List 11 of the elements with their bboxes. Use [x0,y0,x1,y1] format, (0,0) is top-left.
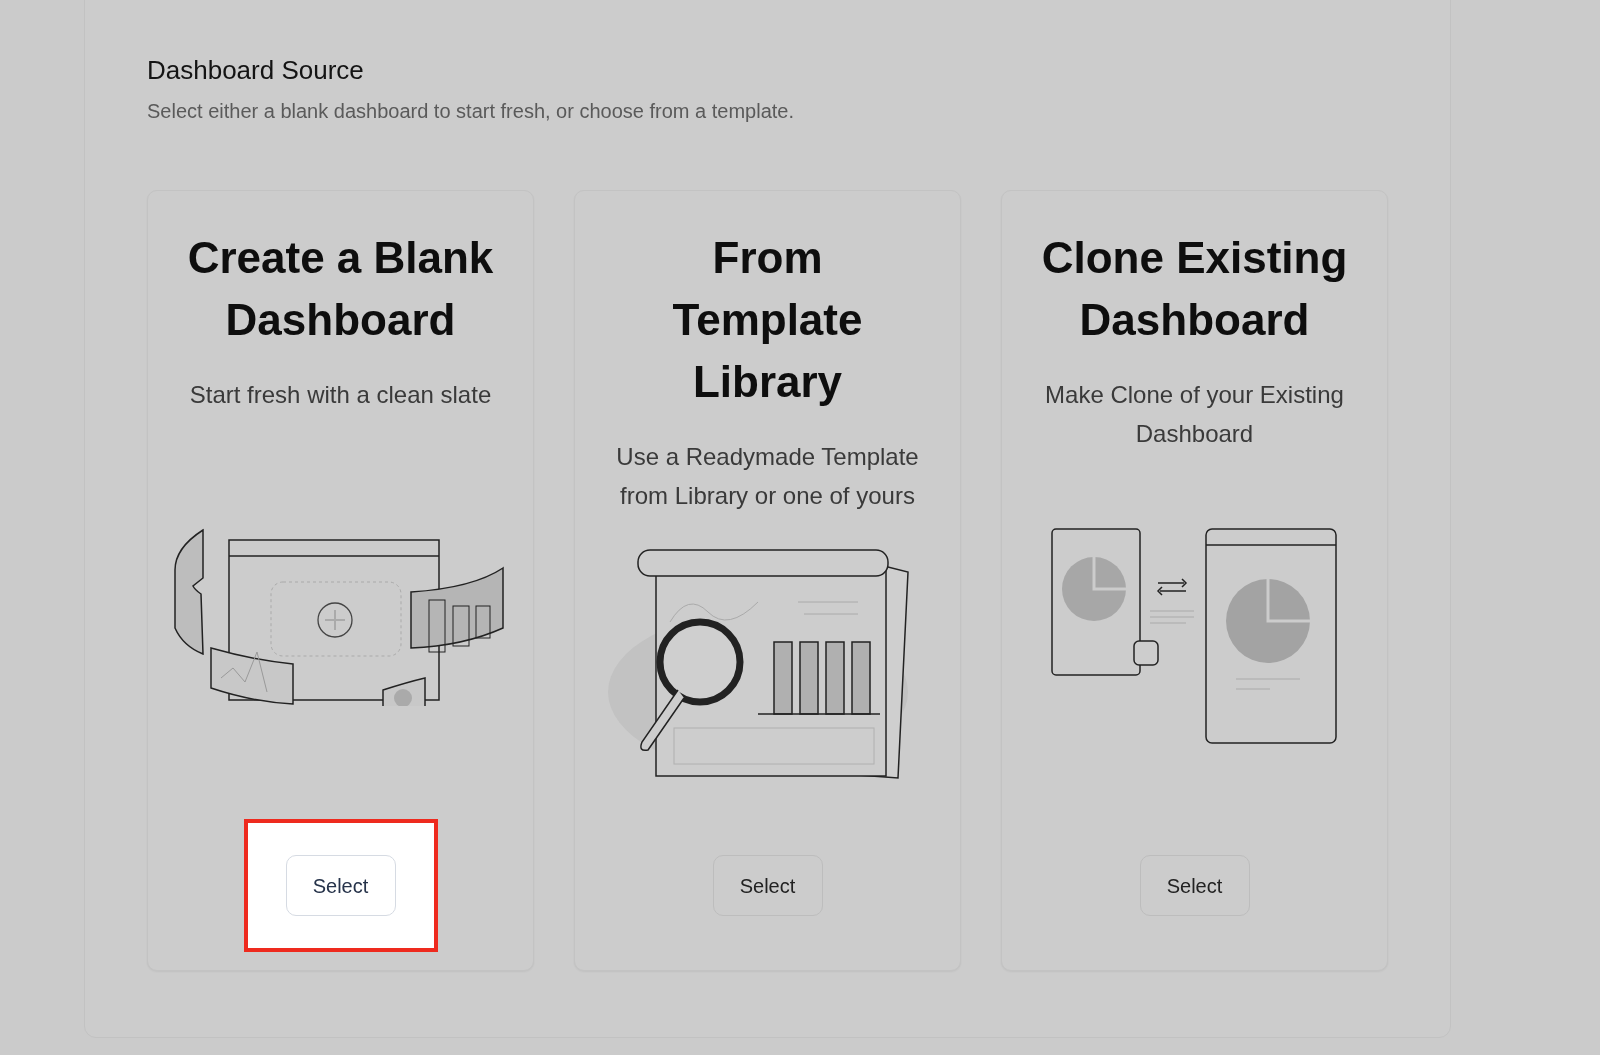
option-title: Create a Blank Dashboard [187,232,494,347]
section-description: Select either a blank dashboard to start fresh, or choose from a template. [147,99,795,125]
option-description: Start fresh with a clean slate [189,380,492,411]
select-button[interactable]: Select [1139,855,1250,917]
option-description: Make Clone of your Existing Dashboard [1044,380,1345,450]
section-title: Dashboard Source [147,55,365,87]
select-button[interactable]: Select [285,855,396,917]
option-title: Clone Existing Dashboard [1041,232,1348,347]
select-button[interactable]: Select [712,855,823,917]
option-description: Use a Readymade Template from Library or one of yours [615,442,920,512]
option-title: From Template Library [672,232,863,409]
